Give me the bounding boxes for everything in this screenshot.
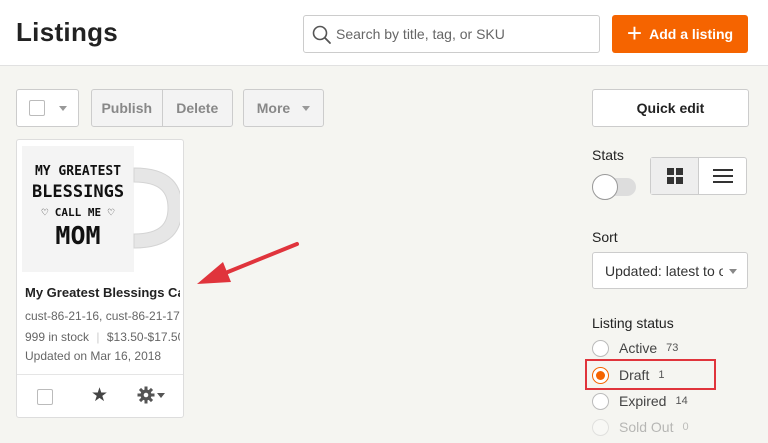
- star-icon[interactable]: ★: [91, 384, 108, 407]
- status-count: 73: [666, 342, 679, 354]
- listing-status-label: Listing status: [592, 315, 674, 331]
- top-bar: Listings + Add a listing: [0, 0, 768, 66]
- chevron-down-icon: [157, 392, 165, 398]
- quick-edit-button[interactable]: Quick edit: [592, 89, 749, 127]
- more-label: More: [256, 100, 291, 116]
- view-toggle: [650, 157, 747, 195]
- sort-select[interactable]: Updated: latest to oldest: [592, 252, 748, 289]
- search-icon: [312, 25, 331, 44]
- listing-updated: Updated on Mar 16, 2018: [25, 349, 162, 363]
- chevron-down-icon: [58, 105, 67, 111]
- select-all-dropdown[interactable]: [16, 89, 79, 127]
- chevron-down-icon: [729, 269, 737, 274]
- grid-icon: [666, 168, 683, 184]
- publish-button[interactable]: Publish: [92, 90, 162, 126]
- select-all-checkbox[interactable]: [28, 100, 45, 116]
- search-input[interactable]: [336, 16, 594, 52]
- more-dropdown[interactable]: More: [243, 89, 324, 127]
- listing-card[interactable]: MY GREATEST BLESSINGS ♡ CALL ME ♡ MOM My…: [16, 139, 184, 418]
- status-option-sold-out: Sold Out 0: [592, 416, 689, 438]
- list-icon: [712, 169, 733, 183]
- stats-label: Stats: [592, 147, 624, 163]
- stats-toggle[interactable]: [592, 174, 636, 200]
- list-view-button[interactable]: [699, 158, 746, 194]
- bulk-action-group: Publish Delete: [91, 89, 233, 127]
- plus-icon: +: [626, 17, 643, 48]
- status-label: Sold Out: [619, 419, 674, 435]
- status-label: Expired: [619, 393, 667, 409]
- status-count: 0: [682, 421, 689, 433]
- radio-button[interactable]: [592, 339, 609, 357]
- listing-sku: cust-86-21-16, cust-86-21-17: [25, 309, 180, 323]
- svg-text:MY GREATEST: MY GREATEST: [35, 164, 121, 179]
- delete-button[interactable]: Delete: [161, 90, 233, 126]
- status-label: Active: [619, 340, 658, 356]
- add-listing-button[interactable]: + Add a listing: [612, 15, 748, 53]
- listing-checkbox[interactable]: [37, 389, 53, 405]
- listing-price: $13.50-$17.50: [106, 330, 180, 344]
- svg-text:♡ CALL ME ♡: ♡ CALL ME ♡: [42, 206, 115, 219]
- search-box[interactable]: [303, 15, 600, 53]
- listing-card-footer: ★: [17, 374, 183, 418]
- svg-text:BLESSINGS: BLESSINGS: [32, 182, 124, 202]
- add-listing-label: Add a listing: [649, 26, 734, 42]
- annotation-highlight-box: [585, 359, 716, 390]
- page-title: Listings: [16, 17, 119, 47]
- status-count: 14: [675, 395, 688, 407]
- listing-title[interactable]: My Greatest Blessings Call Me Mom: [25, 285, 180, 300]
- radio-button: [592, 418, 609, 436]
- grid-view-button[interactable]: [651, 158, 699, 194]
- status-option-expired[interactable]: Expired 14: [592, 390, 688, 412]
- listing-stock-price: 999 in stock | $13.50-$17.50: [25, 330, 180, 344]
- listing-stock: 999 in stock: [25, 330, 90, 344]
- svg-text:MOM: MOM: [55, 221, 100, 250]
- sort-value: Updated: latest to oldest: [605, 263, 723, 279]
- annotation-arrow-icon: [197, 242, 299, 284]
- chevron-down-icon: [302, 105, 311, 111]
- sort-label: Sort: [592, 229, 618, 245]
- status-option-active[interactable]: Active 73: [592, 337, 678, 359]
- listing-image[interactable]: MY GREATEST BLESSINGS ♡ CALL ME ♡ MOM: [22, 146, 183, 272]
- gear-icon[interactable]: [137, 386, 165, 404]
- radio-button[interactable]: [592, 392, 609, 410]
